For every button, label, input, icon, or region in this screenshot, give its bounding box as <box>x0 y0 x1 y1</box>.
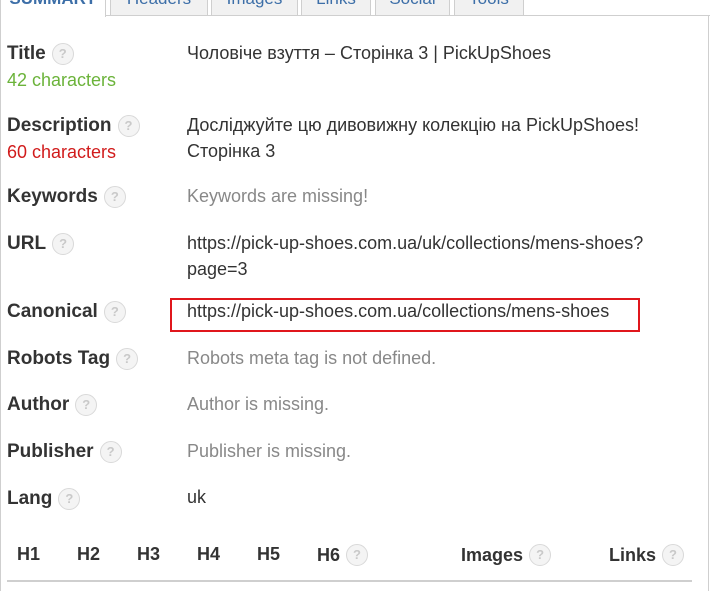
tab-divider <box>106 15 710 16</box>
table-divider <box>7 580 692 582</box>
help-icon[interactable]: ? <box>52 233 75 255</box>
tab-images[interactable]: Images <box>211 0 298 16</box>
help-icon[interactable]: ? <box>99 441 122 463</box>
description-value-line: Досліджуйте цю дивовижну колекцію на Pic… <box>187 115 639 135</box>
h4-heading: H4 <box>197 544 221 564</box>
url-value-line: page=3 <box>187 259 248 279</box>
h6-heading: H6 ? <box>317 544 369 566</box>
url-label: URL ? <box>7 233 75 255</box>
help-icon[interactable]: ? <box>116 348 139 370</box>
help-icon[interactable]: ? <box>58 488 81 510</box>
description-label: Description ? <box>7 115 140 137</box>
help-icon[interactable]: ? <box>103 186 126 208</box>
help-icon[interactable]: ? <box>75 394 98 416</box>
author-label: Author ? <box>7 394 98 416</box>
tab-links[interactable]: Links <box>301 0 371 16</box>
help-icon[interactable]: ? <box>346 544 369 566</box>
h1-heading: H1 <box>17 544 41 564</box>
keywords-value: Keywords are missing! <box>187 186 369 206</box>
canonical-label: Canonical ? <box>7 301 126 323</box>
publisher-value: Publisher is missing. <box>187 441 352 461</box>
tab-social[interactable]: Social <box>375 0 450 16</box>
links-heading: Links ? <box>609 544 685 566</box>
keywords-label: Keywords ? <box>7 186 126 208</box>
lang-label: Lang ? <box>7 488 81 510</box>
panel-border-right <box>708 16 709 591</box>
robots-tag-value: Robots meta tag is not defined. <box>187 348 437 368</box>
help-icon[interactable]: ? <box>117 115 140 137</box>
tab-headers[interactable]: Headers <box>110 0 208 16</box>
highlight-box <box>170 298 640 332</box>
title-label: Title ? <box>7 43 74 65</box>
title-char-count: 42 characters <box>7 70 117 90</box>
h5-heading: H5 <box>257 544 281 564</box>
tab-tools[interactable]: Tools <box>454 0 524 16</box>
h3-heading: H3 <box>137 544 161 564</box>
publisher-label: Publisher ? <box>7 441 122 463</box>
author-value: Author is missing. <box>187 394 330 414</box>
robots-tag-label: Robots Tag ? <box>7 348 139 370</box>
tab-bar: SUMMARY Headers Images Links Social Tool… <box>0 0 710 17</box>
help-icon[interactable]: ? <box>51 43 74 65</box>
description-value-line: Сторінка 3 <box>187 141 276 161</box>
description-value: Досліджуйте цю дивовижну колекцію на Pic… <box>187 112 687 164</box>
lang-value: uk <box>187 487 207 507</box>
tab-summary[interactable]: SUMMARY <box>0 0 106 17</box>
h2-heading: H2 <box>77 544 101 564</box>
title-value: Чоловіче взуття – Сторінка 3 | PickUpSho… <box>187 43 551 63</box>
help-icon[interactable]: ? <box>103 301 126 323</box>
url-value: https://pick-up-shoes.com.ua/uk/collecti… <box>187 230 687 282</box>
images-heading: Images ? <box>461 544 552 566</box>
description-char-count: 60 characters <box>7 142 117 162</box>
panel-border-left <box>0 16 1 591</box>
help-icon[interactable]: ? <box>529 544 552 566</box>
help-icon[interactable]: ? <box>662 544 685 566</box>
url-value-line: https://pick-up-shoes.com.ua/uk/collecti… <box>187 233 644 253</box>
